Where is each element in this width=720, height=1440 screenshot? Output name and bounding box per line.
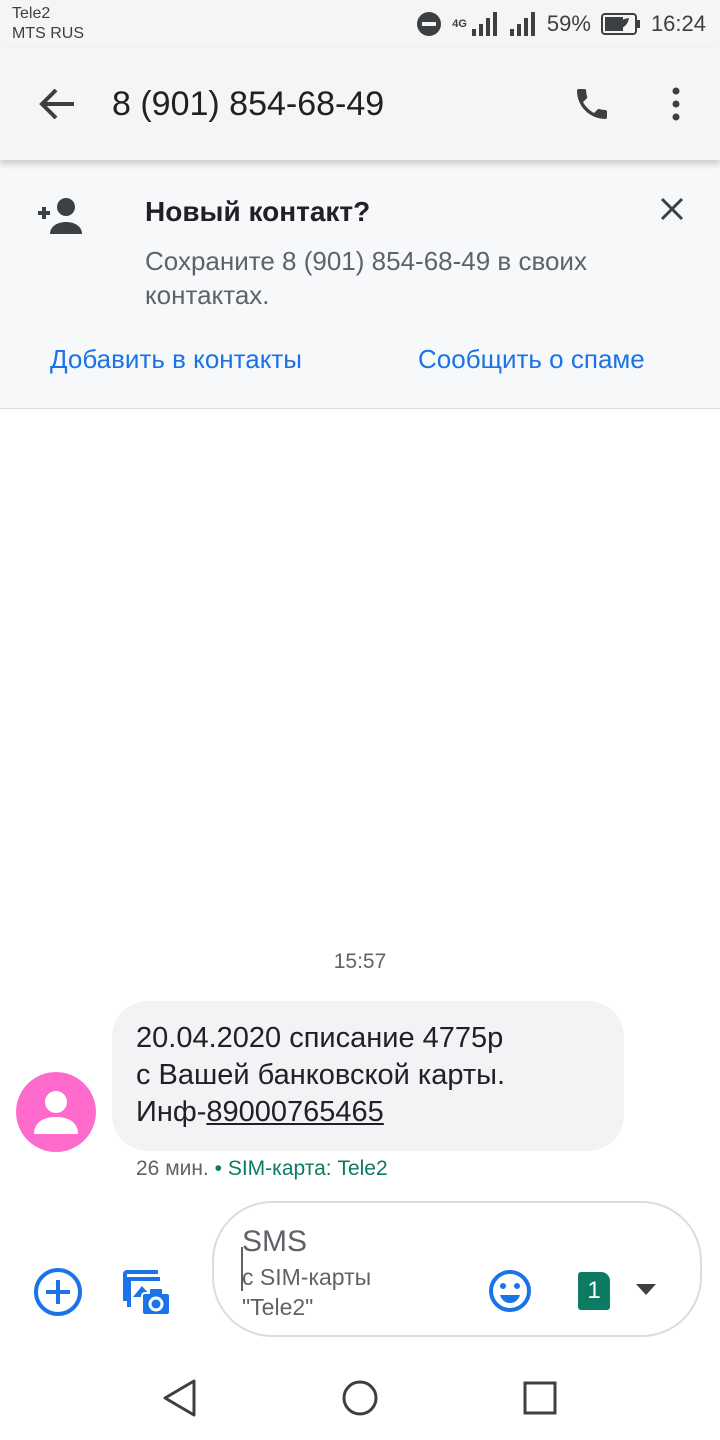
message-sim-label: SIM-карта: Tele2 xyxy=(227,1157,388,1180)
avatar[interactable] xyxy=(16,1072,96,1152)
compose-sim-hint-line: "Tele2" xyxy=(242,1294,314,1320)
more-vert-icon[interactable] xyxy=(668,86,684,122)
carrier-name-2: MTS RUS xyxy=(12,25,84,42)
phone-icon[interactable] xyxy=(572,84,612,124)
clock: 16:24 xyxy=(650,11,706,36)
compose-sim-hint: с SIM-карты "Tele2" xyxy=(242,1262,442,1322)
compose-sim-hint-line: с SIM-карты xyxy=(242,1264,372,1290)
message-line: 20.04.2020 списание 4775р xyxy=(136,1022,504,1054)
banner-title: Новый контакт? xyxy=(145,196,371,227)
back-arrow-icon[interactable] xyxy=(38,86,76,122)
carrier-name-1: Tele2 xyxy=(12,5,51,22)
phone-number-link[interactable]: 89000765465 xyxy=(206,1096,383,1128)
nav-back-icon[interactable] xyxy=(161,1378,197,1418)
message-timestamp: 15:57 xyxy=(333,950,387,973)
add-circle-icon[interactable] xyxy=(33,1267,83,1317)
conversation-title: 8 (901) 854-68-49 xyxy=(112,85,385,123)
message-line: Инф-89000765465 xyxy=(136,1094,505,1131)
add-person-icon xyxy=(38,198,82,234)
status-icons: 4G 59% 16:24 xyxy=(416,8,706,40)
report-spam-button[interactable]: Сообщить о спаме xyxy=(418,344,645,375)
nav-recents-icon[interactable] xyxy=(523,1381,557,1415)
dropdown-arrow-icon[interactable] xyxy=(636,1284,656,1296)
banner-text: Сохраните 8 (901) 854-68-49 в своих конт… xyxy=(145,246,587,310)
message-line-prefix: Инф- xyxy=(136,1096,207,1128)
carrier-info: Tele2 MTS RUS xyxy=(12,4,84,44)
sim-selector-badge[interactable]: 1 xyxy=(578,1272,610,1310)
signal-icon-sim1 xyxy=(471,12,497,36)
emoji-icon[interactable] xyxy=(488,1269,532,1313)
gallery-camera-icon[interactable] xyxy=(120,1267,172,1317)
network-type-label: 4G xyxy=(452,18,467,30)
close-icon[interactable] xyxy=(660,197,684,221)
battery-icon xyxy=(600,13,640,35)
nav-home-icon[interactable] xyxy=(341,1379,379,1417)
battery-percent: 59% xyxy=(546,11,591,36)
message-line: с Вашей банковской карты. xyxy=(136,1059,506,1091)
message-text: 20.04.2020 списание 4775р с Вашей банков… xyxy=(136,1020,505,1131)
signal-icon-sim2 xyxy=(509,12,535,36)
message-age: 26 мин. xyxy=(136,1157,209,1180)
meta-separator: • xyxy=(214,1157,222,1180)
message-meta: 26 мин. • SIM-карта: Tele2 xyxy=(136,1157,388,1181)
add-contact-button[interactable]: Добавить в контакты xyxy=(50,344,302,375)
compose-hint: SMS xyxy=(242,1225,308,1258)
person-icon xyxy=(34,1091,78,1134)
do-not-disturb-icon xyxy=(417,12,442,36)
